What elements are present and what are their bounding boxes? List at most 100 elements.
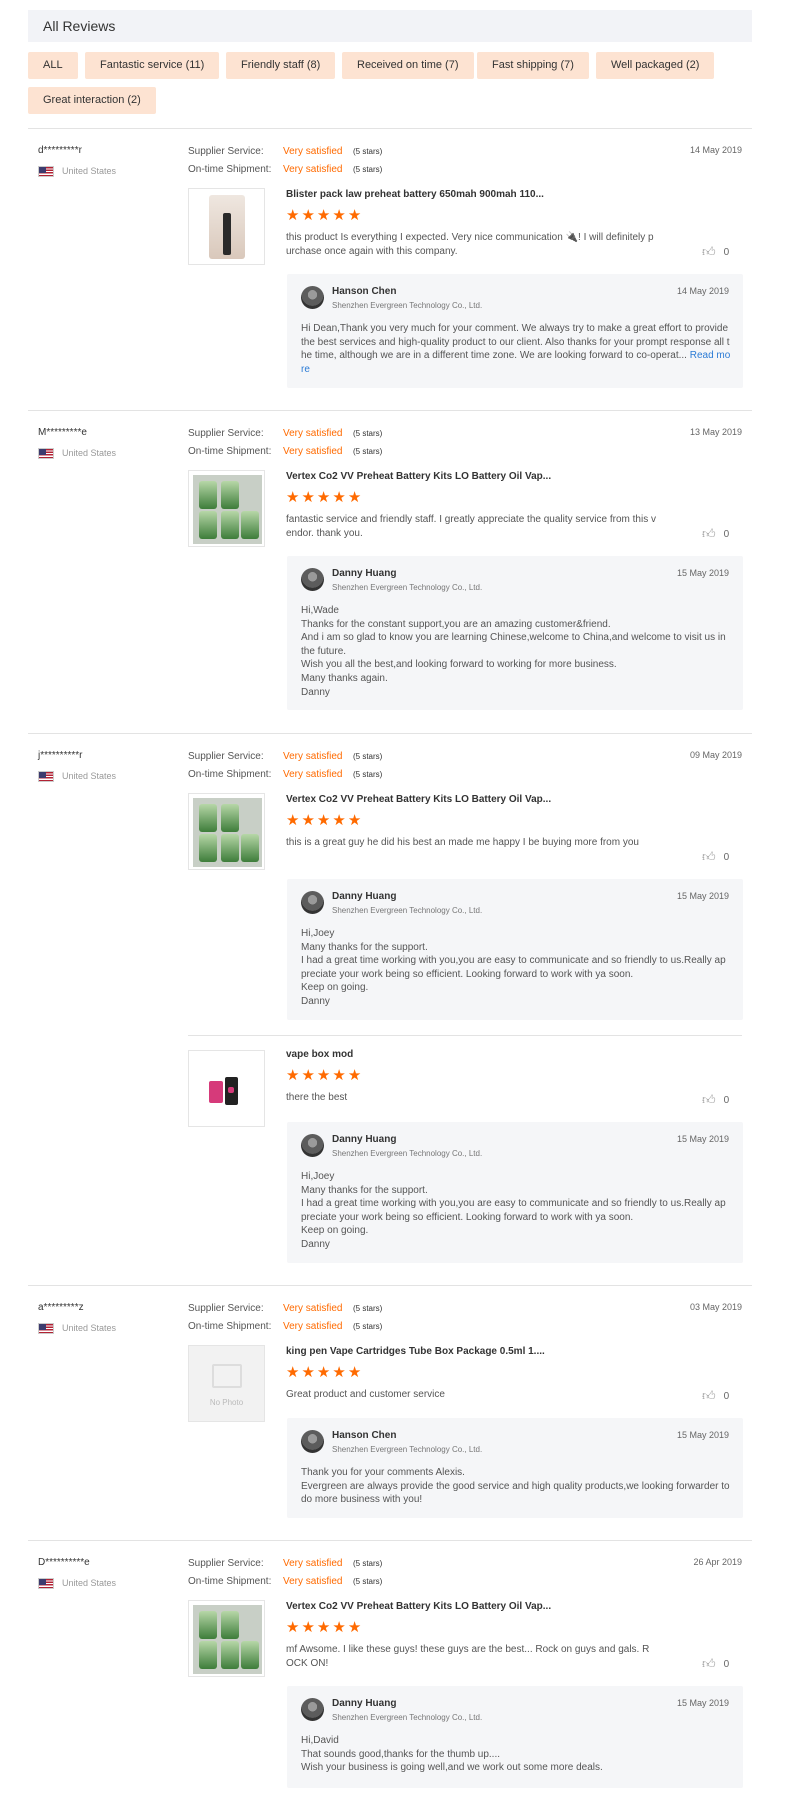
review-date: 26 Apr 2019 — [693, 1557, 742, 1567]
thumbs-up-icon: 👍︎ — [702, 244, 716, 259]
filter-tag-fantastic-service[interactable]: Fantastic service (11) — [85, 52, 220, 79]
seller-reply: Danny Huang Shenzhen Evergreen Technolog… — [287, 1686, 743, 1788]
no-photo-label: No Photo — [209, 1398, 244, 1407]
reply-date: 15 May 2019 — [676, 1698, 729, 1708]
star-icon: ★ — [332, 1619, 346, 1636]
like-count: 0 — [723, 1390, 730, 1402]
supplier-service-label: Supplier Service: — [188, 1303, 264, 1314]
product-title[interactable]: Vertex Co2 VV Preheat Battery Kits LO Ba… — [286, 471, 551, 482]
ontime-shipment-label: On-time Shipment: — [188, 1321, 272, 1332]
seller-reply: Danny Huang Shenzhen Evergreen Technolog… — [287, 1122, 743, 1263]
review-text: there the best — [286, 1092, 348, 1103]
star-icon: ★ — [332, 812, 346, 829]
supplier-service-stars: (5 stars) — [353, 1304, 383, 1313]
like-button[interactable]: 👍︎ 0 — [702, 1656, 729, 1672]
star-icon: ★ — [332, 1067, 346, 1084]
like-button[interactable]: 👍︎ 0 — [702, 526, 729, 542]
like-button[interactable]: 👍︎ 0 — [702, 1092, 729, 1108]
product-title[interactable]: Vertex Co2 VV Preheat Battery Kits LO Ba… — [286, 794, 551, 805]
reply-company: Shenzhen Evergreen Technology Co., Ltd. — [332, 301, 483, 310]
like-count: 0 — [723, 246, 730, 258]
ontime-shipment-rating: Very satisfied — [283, 1321, 343, 1332]
supplier-service-label: Supplier Service: — [188, 146, 264, 157]
review-date: 14 May 2019 — [689, 145, 742, 155]
filter-tag-received-on-time[interactable]: Received on time (7) — [342, 52, 474, 79]
ontime-shipment-label: On-time Shipment: — [188, 1576, 272, 1587]
product-thumbnail-placeholder[interactable]: No Photo — [188, 1345, 265, 1422]
review-text: this product Is everything I expected. V… — [286, 232, 654, 257]
star-icon: ★ — [286, 812, 300, 829]
supplier-service-rating: Very satisfied — [283, 1303, 343, 1314]
review-date: 13 May 2019 — [689, 427, 742, 437]
product-title[interactable]: Vertex Co2 VV Preheat Battery Kits LO Ba… — [286, 1601, 551, 1612]
star-icon: ★ — [301, 207, 315, 224]
star-icon: ★ — [332, 489, 346, 506]
divider — [28, 1285, 752, 1286]
avatar — [301, 568, 324, 591]
review-text: fantastic service and friendly staff. I … — [286, 514, 656, 539]
avatar — [301, 1698, 324, 1721]
filter-tag-great-interaction[interactable]: Great interaction (2) — [28, 87, 156, 114]
product-title[interactable]: king pen Vape Cartridges Tube Box Packag… — [286, 1346, 545, 1357]
product-thumbnail[interactable] — [188, 188, 265, 265]
ontime-shipment-label: On-time Shipment: — [188, 769, 272, 780]
thumbs-up-icon: 👍︎ — [702, 1388, 716, 1403]
reviewer-name: d*********r — [38, 145, 82, 156]
product-thumbnail[interactable] — [188, 793, 265, 870]
ontime-shipment-rating: Very satisfied — [283, 164, 343, 175]
like-count: 0 — [723, 851, 730, 863]
product-thumbnail[interactable] — [188, 1050, 265, 1127]
like-button[interactable]: 👍︎ 0 — [702, 1388, 729, 1404]
reply-text: Hi,Joey Many thanks for the support. I h… — [301, 1171, 726, 1250]
supplier-service-rating: Very satisfied — [283, 428, 343, 439]
product-thumbnail[interactable] — [188, 1600, 265, 1677]
product-title[interactable]: vape box mod — [286, 1049, 353, 1060]
product-star-rating: ★ ★ ★ ★ ★ — [286, 812, 361, 829]
like-count: 0 — [723, 1658, 730, 1670]
reviewer-country: United States — [62, 1578, 117, 1588]
reviews-header: All Reviews — [28, 10, 752, 42]
product-thumbnail[interactable] — [188, 470, 265, 547]
star-icon: ★ — [332, 207, 346, 224]
image-placeholder-icon — [212, 1364, 242, 1388]
us-flag-icon — [38, 166, 54, 177]
star-icon: ★ — [286, 1067, 300, 1084]
reviewer-country: United States — [62, 771, 117, 781]
star-icon: ★ — [301, 1364, 315, 1381]
review-text: this is a great guy he did his best an m… — [286, 837, 639, 848]
product-title[interactable]: Blister pack law preheat battery 650mah … — [286, 189, 544, 200]
review-text: Great product and customer service — [286, 1389, 445, 1400]
ontime-shipment-rating: Very satisfied — [283, 1576, 343, 1587]
filter-tag-well-packaged[interactable]: Well packaged (2) — [596, 52, 715, 79]
reviewer-name: a*********z — [38, 1302, 84, 1313]
us-flag-icon — [38, 771, 54, 782]
star-icon: ★ — [347, 1364, 362, 1381]
like-count: 0 — [723, 1094, 730, 1106]
ontime-shipment-stars: (5 stars) — [353, 447, 383, 456]
reviewer-country: United States — [62, 1323, 117, 1333]
star-icon: ★ — [286, 1364, 300, 1381]
ontime-shipment-label: On-time Shipment: — [188, 164, 272, 175]
supplier-service-rating: Very satisfied — [283, 751, 343, 762]
ontime-shipment-stars: (5 stars) — [353, 165, 383, 174]
supplier-service-rating: Very satisfied — [283, 146, 343, 157]
thumbs-up-icon: 👍︎ — [702, 526, 716, 541]
like-button[interactable]: 👍︎ 0 — [702, 244, 729, 260]
reviewer-name: D**********e — [38, 1557, 90, 1568]
us-flag-icon — [38, 448, 54, 459]
supplier-service-stars: (5 stars) — [353, 1559, 383, 1568]
reply-text: Hi,Wade Thanks for the constant support,… — [301, 605, 726, 698]
supplier-service-label: Supplier Service: — [188, 428, 264, 439]
review-date: 09 May 2019 — [689, 750, 742, 760]
reply-date: 14 May 2019 — [676, 286, 729, 296]
filter-tag-all[interactable]: ALL — [28, 52, 78, 79]
reply-company: Shenzhen Evergreen Technology Co., Ltd. — [332, 1149, 483, 1158]
like-button[interactable]: 👍︎ 0 — [702, 849, 729, 865]
star-icon: ★ — [332, 1364, 346, 1381]
filter-tag-friendly-staff[interactable]: Friendly staff (8) — [226, 52, 336, 79]
reply-author: Hanson Chen — [332, 286, 397, 297]
divider — [188, 1035, 742, 1036]
reviews-title: All Reviews — [43, 18, 116, 34]
filter-tag-fast-shipping[interactable]: Fast shipping (7) — [477, 52, 589, 79]
reply-author: Danny Huang — [332, 1134, 397, 1145]
